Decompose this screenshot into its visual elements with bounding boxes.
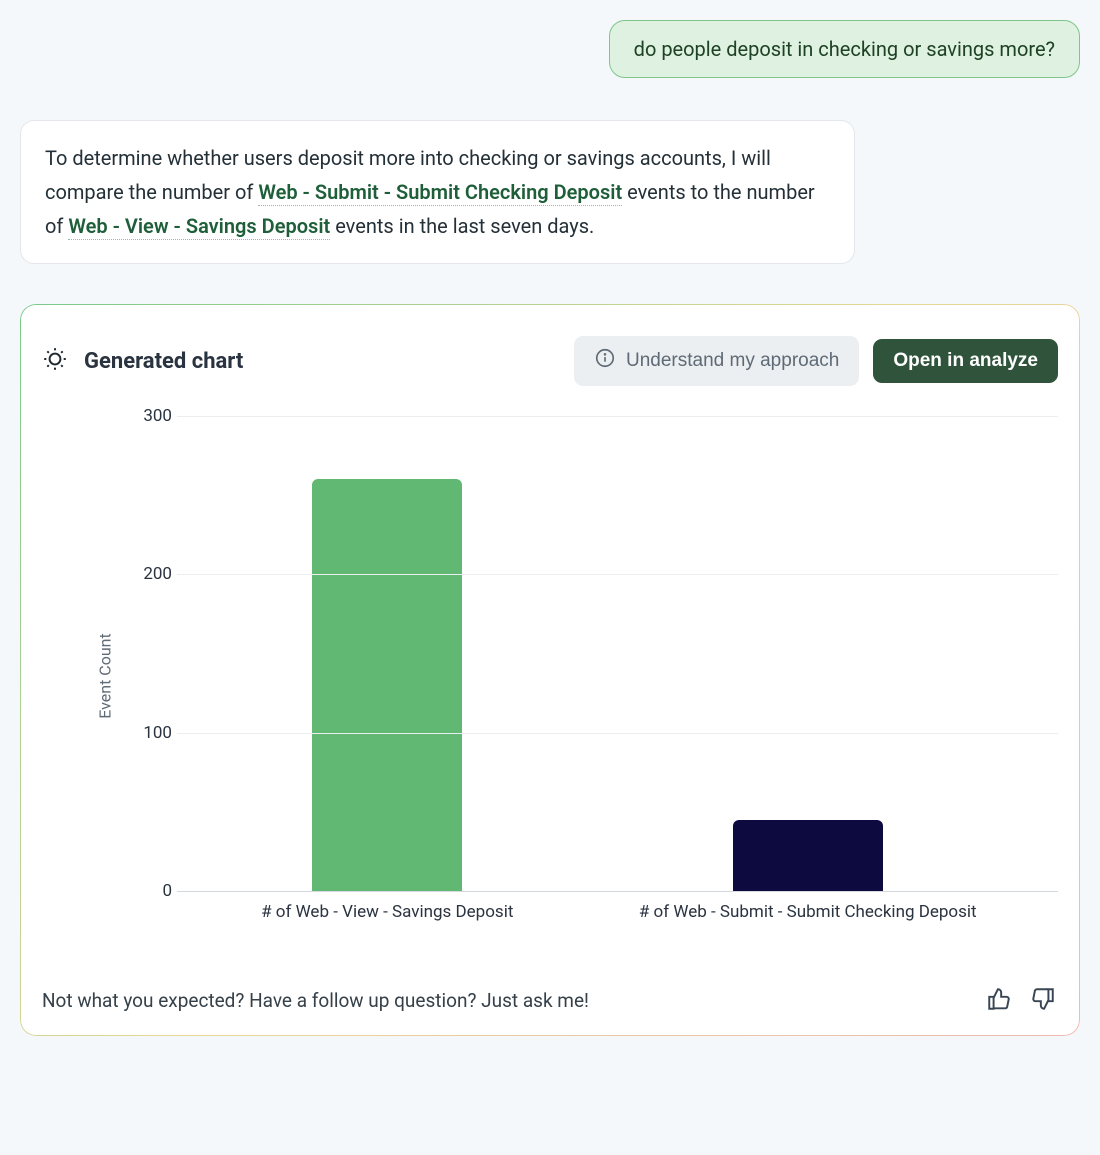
gridline [177,416,1058,417]
lightbulb-icon [42,346,68,376]
gridline [177,574,1058,575]
y-axis-label: Event Count [95,633,114,719]
event-link-savings[interactable]: Web - View - Savings Deposit [68,214,330,240]
assistant-answer-card: To determine whether users deposit more … [20,120,855,264]
x-tick-label: # of Web - View - Savings Deposit [177,901,598,924]
x-tick-label: # of Web - Submit - Submit Checking Depo… [598,901,1019,924]
user-message-row: do people deposit in checking or savings… [20,20,1080,78]
chart-title: Generated chart [84,349,243,374]
bar-column [598,416,1019,891]
understand-approach-label: Understand my approach [626,350,839,372]
user-message-text: do people deposit in checking or savings… [634,37,1055,61]
bar-column [177,416,598,891]
chart-footer: Not what you expected? Have a follow up … [42,986,1058,1014]
gridline [177,733,1058,734]
open-in-analyze-label: Open in analyze [893,350,1038,372]
thumbs-down-button[interactable] [1030,986,1058,1014]
info-icon [594,347,616,375]
bar[interactable] [733,820,883,891]
user-message-bubble: do people deposit in checking or savings… [609,20,1080,78]
y-tick-label: 200 [132,564,172,584]
understand-approach-button[interactable]: Understand my approach [574,336,859,386]
generated-chart-card: Generated chart Understand my approach O… [20,304,1080,1036]
followup-prompt: Not what you expected? Have a follow up … [42,989,589,1012]
chart-plot: Event Count 0100200300 # of Web - View -… [92,416,1058,936]
y-tick-label: 0 [132,881,172,901]
y-tick-label: 100 [132,723,172,743]
bar[interactable] [312,479,462,891]
chart-header: Generated chart Understand my approach O… [42,336,1058,386]
event-link-checking[interactable]: Web - Submit - Submit Checking Deposit [258,180,622,206]
open-in-analyze-button[interactable]: Open in analyze [873,339,1058,383]
gridline [177,891,1058,892]
thumbs-up-button[interactable] [986,986,1014,1014]
y-tick-label: 300 [132,406,172,426]
answer-text-post: events in the last seven days. [330,214,594,238]
